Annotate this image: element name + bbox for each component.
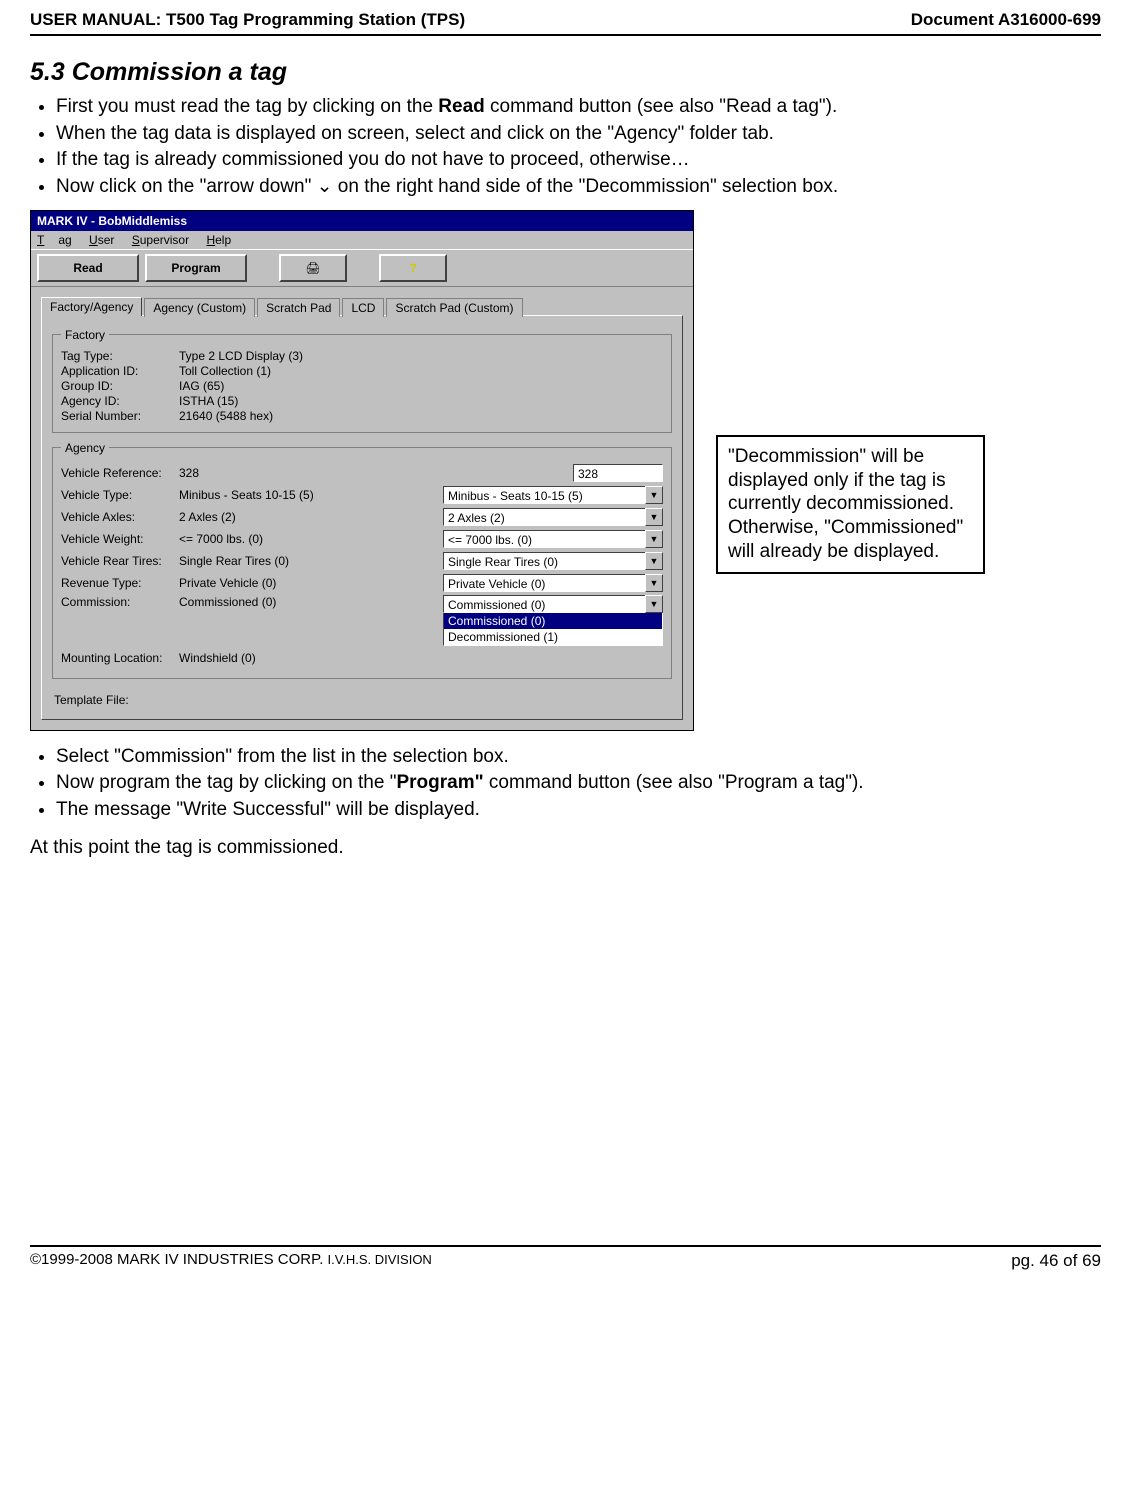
bullet-item: When the tag data is displayed on screen…: [56, 122, 1101, 147]
tab-scratch-pad-custom[interactable]: Scratch Pad (Custom): [386, 298, 522, 317]
label-vehicle-axles: Vehicle Axles:: [61, 510, 179, 524]
label-vehicle-weight: Vehicle Weight:: [61, 532, 179, 546]
chevron-down-icon[interactable]: ▼: [645, 530, 663, 548]
label-agency-id: Agency ID:: [61, 394, 179, 408]
footer-right: pg. 46 of 69: [1011, 1251, 1101, 1271]
menu-tag[interactable]: Tag: [37, 233, 72, 247]
label-vehicle-rear-tires: Vehicle Rear Tires:: [61, 554, 179, 568]
value-vehicle-type: Minibus - Seats 10-15 (5): [179, 488, 339, 502]
header-left: USER MANUAL: T500 Tag Programming Statio…: [30, 10, 465, 30]
tab-factory-agency[interactable]: Factory/Agency: [41, 297, 142, 316]
toolbar: Read Program 🖨 ?: [31, 249, 693, 287]
value-vehicle-rear-tires: Single Rear Tires (0): [179, 554, 339, 568]
tabstrip: Factory/Agency Agency (Custom) Scratch P…: [41, 297, 683, 316]
commission-option-commissioned[interactable]: Commissioned (0): [444, 613, 662, 629]
app-window: MARK IV - BobMiddlemiss Tag User Supervi…: [30, 210, 694, 731]
help-button[interactable]: ?: [379, 254, 447, 282]
header-rule: [30, 34, 1101, 36]
tab-panel: Factory Tag Type:Type 2 LCD Display (3) …: [41, 315, 683, 720]
read-button[interactable]: Read: [37, 254, 139, 282]
combo-vehicle-type[interactable]: Minibus - Seats 10-15 (5)▼: [443, 486, 663, 504]
combo-revenue-type[interactable]: Private Vehicle (0)▼: [443, 574, 663, 592]
bullet-item: Now click on the "arrow down" ⌄ on the r…: [56, 175, 1101, 200]
footer-rule: [30, 1245, 1101, 1247]
factory-legend: Factory: [61, 328, 109, 342]
bullets-bottom: Select "Commission" from the list in the…: [30, 745, 1101, 823]
chevron-down-icon[interactable]: ▼: [645, 574, 663, 592]
program-button[interactable]: Program: [145, 254, 247, 282]
value-commission: Commissioned (0): [179, 595, 339, 609]
bullet-item: If the tag is already commissioned you d…: [56, 148, 1101, 173]
printer-icon: 🖨: [305, 261, 320, 275]
menu-help[interactable]: Help: [206, 233, 231, 247]
commission-option-decommissioned[interactable]: Decommissioned (1): [444, 629, 662, 645]
callout-box: "Decommission" will be displayed only if…: [716, 435, 985, 574]
value-serial-number: 21640 (5488 hex): [179, 409, 273, 423]
label-group-id: Group ID:: [61, 379, 179, 393]
agency-group: Agency Vehicle Reference: 328 328 Vehicl…: [52, 441, 672, 679]
label-vehicle-type: Vehicle Type:: [61, 488, 179, 502]
template-file-label: Template File:: [52, 687, 672, 709]
value-application-id: Toll Collection (1): [179, 364, 271, 378]
print-button[interactable]: 🖨: [279, 254, 347, 282]
value-agency-id: ISTHA (15): [179, 394, 238, 408]
tab-scratch-pad[interactable]: Scratch Pad: [257, 298, 340, 317]
combo-vehicle-weight[interactable]: <= 7000 lbs. (0)▼: [443, 530, 663, 548]
tab-agency-custom[interactable]: Agency (Custom): [144, 298, 255, 317]
value-vehicle-weight: <= 7000 lbs. (0): [179, 532, 339, 546]
combo-commission[interactable]: Commissioned (0)▼: [443, 595, 663, 613]
label-revenue-type: Revenue Type:: [61, 576, 179, 590]
label-commission: Commission:: [61, 595, 179, 609]
value-vehicle-reference: 328: [179, 466, 339, 480]
chevron-down-icon[interactable]: ▼: [645, 508, 663, 526]
header-right: Document A316000-699: [911, 10, 1101, 30]
input-vehicle-reference[interactable]: 328: [573, 464, 663, 482]
bullets-top: First you must read the tag by clicking …: [30, 95, 1101, 200]
value-group-id: IAG (65): [179, 379, 224, 393]
bullet-item: Select "Commission" from the list in the…: [56, 745, 1101, 770]
factory-group: Factory Tag Type:Type 2 LCD Display (3) …: [52, 328, 672, 433]
bullet-item: Now program the tag by clicking on the "…: [56, 771, 1101, 796]
closing-paragraph: At this point the tag is commissioned.: [30, 837, 1101, 859]
help-icon: ?: [409, 261, 416, 275]
footer-left: ©1999-2008 MARK IV INDUSTRIES CORP. I.V.…: [30, 1251, 432, 1271]
bullet-item: First you must read the tag by clicking …: [56, 95, 1101, 120]
bullet-item: The message "Write Successful" will be d…: [56, 798, 1101, 823]
label-mounting-location: Mounting Location:: [61, 651, 179, 665]
page-footer: ©1999-2008 MARK IV INDUSTRIES CORP. I.V.…: [30, 1249, 1101, 1271]
section-heading: 5.3 Commission a tag: [30, 58, 1101, 87]
page-header: USER MANUAL: T500 Tag Programming Statio…: [30, 10, 1101, 32]
label-application-id: Application ID:: [61, 364, 179, 378]
value-vehicle-axles: 2 Axles (2): [179, 510, 339, 524]
combo-vehicle-axles[interactable]: 2 Axles (2)▼: [443, 508, 663, 526]
value-mounting-location: Windshield (0): [179, 651, 339, 665]
chevron-down-icon[interactable]: ▼: [645, 486, 663, 504]
commission-dropdown-list: Commissioned (0) Decommissioned (1): [443, 613, 663, 646]
value-tag-type: Type 2 LCD Display (3): [179, 349, 303, 363]
agency-legend: Agency: [61, 441, 109, 455]
menubar: Tag User Supervisor Help: [31, 231, 693, 249]
menu-supervisor[interactable]: Supervisor: [132, 233, 189, 247]
label-vehicle-reference: Vehicle Reference:: [61, 466, 179, 480]
value-revenue-type: Private Vehicle (0): [179, 576, 339, 590]
chevron-down-icon[interactable]: ▼: [645, 595, 663, 613]
chevron-down-icon[interactable]: ▼: [645, 552, 663, 570]
combo-vehicle-rear-tires[interactable]: Single Rear Tires (0)▼: [443, 552, 663, 570]
menu-user[interactable]: User: [89, 233, 114, 247]
label-tag-type: Tag Type:: [61, 349, 179, 363]
window-titlebar: MARK IV - BobMiddlemiss: [31, 211, 693, 231]
label-serial-number: Serial Number:: [61, 409, 179, 423]
tab-lcd[interactable]: LCD: [342, 298, 384, 317]
